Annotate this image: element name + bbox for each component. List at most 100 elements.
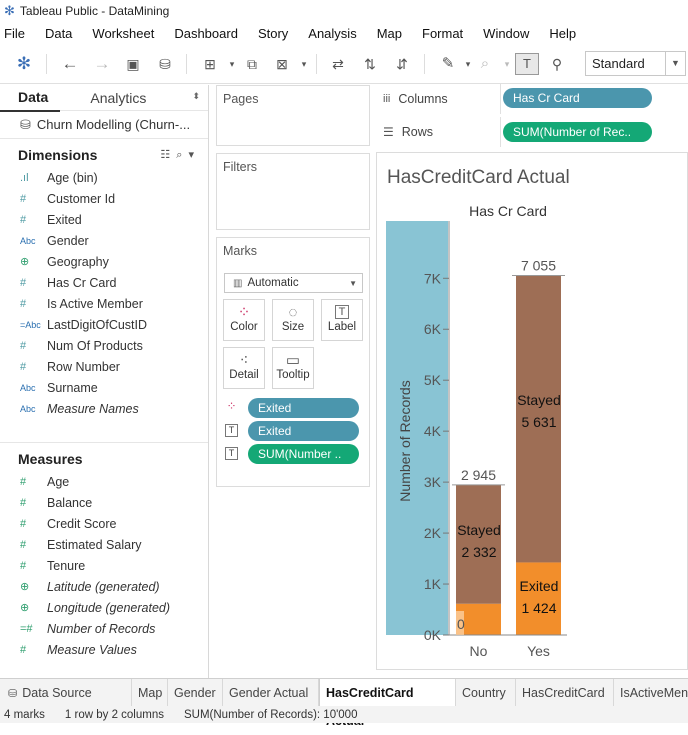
menu-window[interactable]: Window [483,26,529,41]
chevron-down-icon[interactable]: ▼ [349,279,357,288]
label-exited-pill[interactable]: T Exited [225,421,359,441]
mark-type-select[interactable]: ▥ Automatic ▼ [224,273,363,293]
measures-header: Measures [0,447,208,471]
x-category-label: No [470,643,488,659]
measure-field[interactable]: =# Number of Records [0,618,208,639]
menu-dashboard[interactable]: Dashboard [174,26,238,41]
search-icon[interactable]: ⌕ [176,149,188,161]
pages-card[interactable]: Pages [216,85,370,146]
dimension-field[interactable]: =Abc LastDigitOfCustID [0,314,208,335]
menu-map[interactable]: Map [377,26,402,41]
menu-format[interactable]: Format [422,26,463,41]
swap-rows-columns-icon[interactable]: ⇄ [328,54,348,74]
sort-ascending-icon[interactable]: ⇅ [360,54,380,74]
measure-field[interactable]: # Balance [0,492,208,513]
toolbar: ✻ ← → ▣ ⛁ ⊞ ▾ ⧉ ⊠ ▾ ⇄ ⇅ ⇵ ✎ ▾ ⌕ ▾ T ⚲ St… [0,44,688,84]
show-mark-labels-icon[interactable]: T [515,53,539,75]
columns-shelf[interactable]: iii Columns Has Cr Card [377,84,688,114]
tab-map[interactable]: Map [132,679,168,707]
segment-label-yes-exited-value: 1 424 [521,600,556,616]
new-datasource-icon[interactable]: ⛁ [155,54,175,74]
dimension-field[interactable]: # Customer Id [0,188,208,209]
hash-icon: # [20,517,27,530]
tab-hascreditcard-actual[interactable]: HasCreditCard Actual [319,679,456,728]
chevron-down-icon[interactable]: ▼ [665,52,685,75]
measure-field[interactable]: # Age [0,471,208,492]
tab-analytics[interactable]: Analytics [60,85,146,111]
tab-country[interactable]: Country [456,679,516,707]
clear-sheet-icon[interactable]: ⊠ [272,54,292,74]
dimension-field[interactable]: # Has Cr Card [0,272,208,293]
label-sum-records-pill[interactable]: T SUM(Number .. [225,444,359,464]
view-size-select[interactable]: Standard ▼ [585,51,686,76]
menu-help[interactable]: Help [549,26,576,41]
dimension-field[interactable]: # Row Number [0,356,208,377]
label-icon: T [225,424,238,437]
measure-field[interactable]: # Tenure [0,555,208,576]
pill-body: Exited [248,398,359,418]
tab-data[interactable]: Data [0,84,61,112]
menu-worksheet[interactable]: Worksheet [92,26,154,41]
field-name: Balance [47,495,93,510]
filters-card[interactable]: Filters [216,153,370,230]
tab-data-source[interactable]: ⛁ Data Source [0,679,132,707]
columns-pill[interactable]: Has Cr Card [503,88,652,108]
color-button[interactable]: ⁘ Color [223,299,265,341]
pill-body: Exited [248,421,359,441]
chevron-down-icon[interactable]: ▾ [188,149,200,161]
datasource-item[interactable]: ⛁ Churn Modelling (Churn-... [0,111,208,139]
view-list-icon[interactable]: ☷ [160,149,176,161]
rows-pill[interactable]: SUM(Number of Rec.. [503,122,652,142]
toolbar-separator [424,54,425,74]
datasource-name: Churn Modelling (Churn-... [36,117,191,132]
measure-field[interactable]: # Measure Values [0,639,208,660]
new-worksheet-icon[interactable]: ⊞ [200,54,220,74]
detail-button[interactable]: ⁖ Detail [223,347,265,389]
menu-data[interactable]: Data [45,26,72,41]
dimension-field[interactable]: Abc Measure Names [0,398,208,419]
chevron-down-icon[interactable]: ▾ [294,54,314,74]
dimension-field[interactable]: Abc Surname [0,377,208,398]
pill-body: SUM(Number .. [248,444,359,464]
globe-icon: ⊕ [20,581,30,593]
chevron-down-icon[interactable]: ▾ [497,54,517,74]
measure-field[interactable]: # Estimated Salary [0,534,208,555]
detail-label: Detail [229,369,259,381]
columns-label: Columns [398,92,448,106]
rows-shelf[interactable]: ☰ Rows SUM(Number of Rec.. [377,117,688,147]
chevron-down-icon[interactable]: ▾ [222,54,242,74]
menu-story[interactable]: Story [258,26,288,41]
tab-gender[interactable]: Gender [168,679,223,707]
redo-icon[interactable]: → [92,54,112,74]
tooltip-button[interactable]: ▭ Tooltip [272,347,314,389]
field-name: Exited [47,212,82,227]
duplicate-sheet-icon[interactable]: ⧉ [242,54,262,74]
tab-hascreditcard[interactable]: HasCreditCard [516,679,614,707]
columns-icon: iii [383,93,391,105]
group-clip-icon[interactable]: ⌕ [475,54,495,74]
field-name: Customer Id [47,191,116,206]
sort-descending-icon[interactable]: ⇵ [392,54,412,74]
save-icon[interactable]: ▣ [123,54,143,74]
color-exited-pill[interactable]: ⁘ Exited [225,398,359,418]
dimension-field[interactable]: Abc Gender [0,230,208,251]
tab-isactivemember[interactable]: IsActiveMen [614,679,688,707]
measure-field[interactable]: # Credit Score [0,513,208,534]
menu-file[interactable]: File [4,26,25,41]
dimension-field[interactable]: ⊕ Geography [0,251,208,272]
pin-icon[interactable]: ⚲ [547,54,567,74]
dimension-field[interactable]: # Num Of Products [0,335,208,356]
highlight-pen-icon[interactable]: ✎ [438,54,458,74]
dimension-field[interactable]: # Exited [0,209,208,230]
menu-analysis[interactable]: Analysis [308,26,356,41]
dimension-field[interactable]: .ıl Age (bin) [0,167,208,188]
size-button[interactable]: ◌ Size [272,299,314,341]
measure-field[interactable]: ⊕ Latitude (generated) [0,576,208,597]
tab-gender-actual[interactable]: Gender Actual [223,679,319,707]
measure-field[interactable]: ⊕ Longitude (generated) [0,597,208,618]
dimension-field[interactable]: # Is Active Member [0,293,208,314]
label-button[interactable]: T Label [321,299,363,341]
pane-toggle-icon[interactable]: ⬍ [192,91,200,102]
tableau-home-icon[interactable]: ✻ [14,54,34,74]
undo-icon[interactable]: ← [60,54,80,74]
